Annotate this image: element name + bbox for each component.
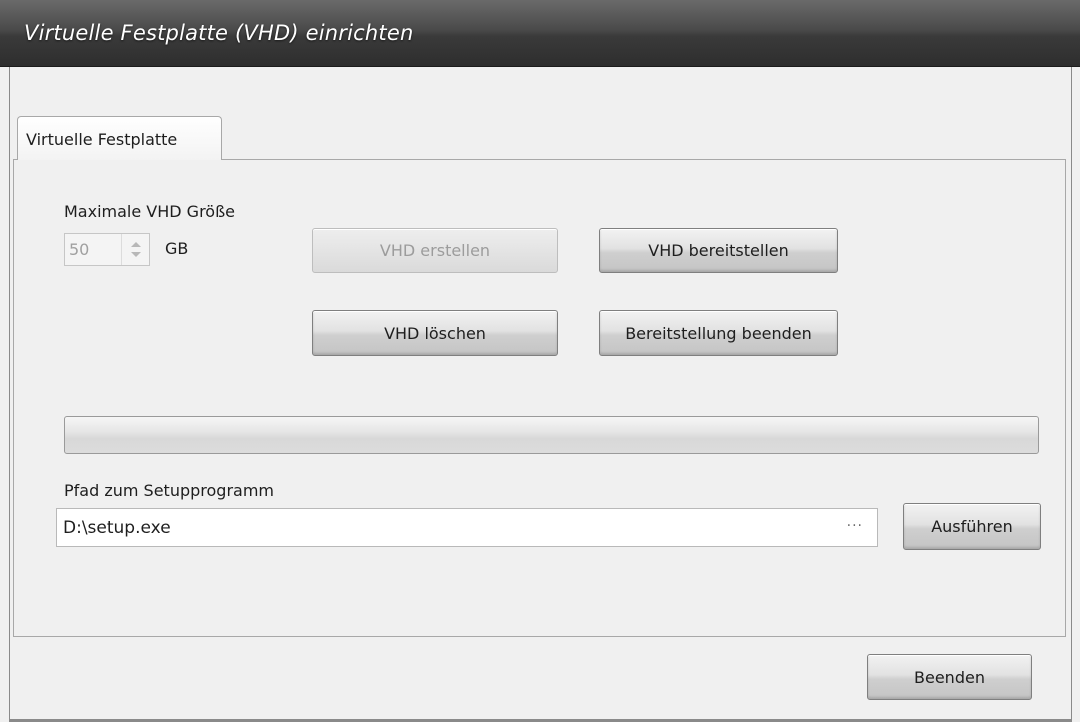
- run-setup-button[interactable]: Ausführen: [903, 503, 1041, 550]
- mount-vhd-button[interactable]: VHD bereitstellen: [599, 228, 838, 273]
- title-bar[interactable]: Virtuelle Festplatte (VHD) einrichten: [0, 0, 1080, 67]
- vhd-size-stepper[interactable]: 50: [64, 233, 150, 266]
- create-vhd-button[interactable]: VHD erstellen: [312, 228, 558, 273]
- setup-path-label: Pfad zum Setupprogramm: [64, 481, 274, 500]
- delete-vhd-button[interactable]: VHD löschen: [312, 310, 558, 356]
- window-title: Virtuelle Festplatte (VHD) einrichten: [24, 21, 414, 45]
- setup-path-field[interactable]: D:\setup.exe ···: [56, 508, 878, 547]
- vhd-size-value: 50: [69, 240, 90, 259]
- vhd-size-label: Maximale VHD Größe: [64, 202, 236, 221]
- tab-virtual-disk[interactable]: Virtuelle Festplatte: [17, 116, 222, 160]
- setup-path-value: D:\setup.exe: [63, 518, 171, 538]
- exit-button[interactable]: Beenden: [867, 654, 1032, 700]
- progress-bar: [64, 416, 1039, 454]
- vhd-size-unit: GB: [165, 239, 189, 258]
- stepper-buttons[interactable]: [121, 234, 149, 265]
- tab-label: Virtuelle Festplatte: [26, 130, 178, 149]
- chevron-up-icon[interactable]: [131, 242, 141, 247]
- browse-dots-icon[interactable]: ···: [847, 518, 863, 534]
- unmount-vhd-button[interactable]: Bereitstellung beenden: [599, 310, 838, 356]
- chevron-down-icon[interactable]: [131, 252, 141, 257]
- app-window: Virtuelle Festplatte (VHD) einrichten Vi…: [0, 0, 1080, 722]
